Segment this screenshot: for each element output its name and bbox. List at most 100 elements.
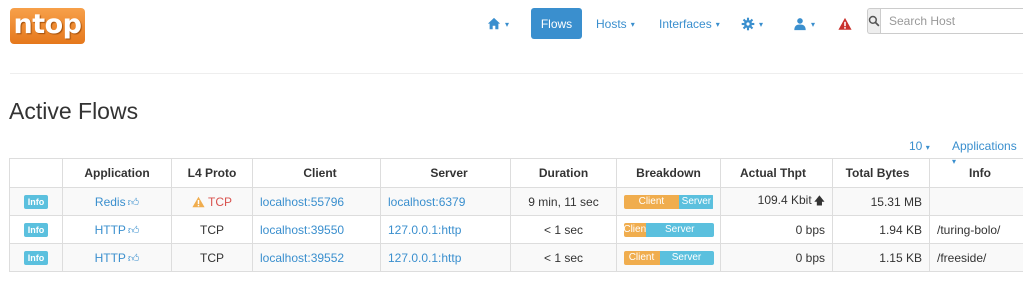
home-menu[interactable]: ▾ bbox=[487, 8, 509, 40]
duration-cell: 9 min, 11 sec bbox=[510, 187, 617, 216]
column-header bbox=[9, 158, 63, 188]
thumbs-up-icon[interactable]: 👍︎ bbox=[128, 225, 140, 237]
breakdown-cell: Clien Server bbox=[616, 215, 721, 244]
application-link[interactable]: HTTP bbox=[95, 251, 126, 265]
client-link[interactable]: localhost:39550 bbox=[260, 223, 344, 237]
application-cell: HTTP 👍︎ bbox=[62, 215, 172, 244]
info-cell: Info bbox=[9, 187, 63, 216]
client-link[interactable]: localhost:39552 bbox=[260, 251, 344, 265]
alerts-link[interactable] bbox=[838, 8, 852, 40]
thumbs-up-icon[interactable]: 👍︎ bbox=[128, 197, 140, 209]
chevron-down-icon: ▾ bbox=[630, 19, 635, 29]
column-header-server[interactable]: Server bbox=[380, 158, 511, 188]
breakdown-cell: Client Server bbox=[616, 187, 721, 216]
duration-cell: < 1 sec bbox=[510, 215, 617, 244]
breakdown-server-label: Server bbox=[665, 224, 695, 235]
server-link[interactable]: 127.0.0.1:http bbox=[388, 251, 461, 265]
column-header-actual-thpt[interactable]: Actual Thpt bbox=[720, 158, 833, 188]
breakdown-bar: Clien Server bbox=[623, 222, 714, 237]
nav-interfaces-label: Interfaces bbox=[659, 17, 712, 31]
search-group bbox=[867, 8, 1023, 34]
server-cell: 127.0.0.1:http bbox=[380, 243, 511, 272]
breakdown-client-segment: Clien bbox=[623, 222, 647, 237]
per-page-dropdown[interactable]: 10 ▾ bbox=[909, 139, 930, 153]
breakdown-client-label: Clien bbox=[623, 224, 647, 235]
breakdown-bar: Client Server bbox=[623, 194, 714, 209]
search-input[interactable] bbox=[880, 8, 1023, 34]
duration-cell: < 1 sec bbox=[510, 243, 617, 272]
application-cell: Redis 👍︎ bbox=[62, 187, 172, 216]
breakdown-bar: Client Server bbox=[623, 250, 714, 265]
client-link[interactable]: localhost:55796 bbox=[260, 195, 344, 209]
magnifier-icon bbox=[868, 15, 880, 27]
server-link[interactable]: 127.0.0.1:http bbox=[388, 223, 461, 237]
application-cell: HTTP 👍︎ bbox=[62, 243, 172, 272]
warning-icon bbox=[192, 196, 205, 207]
breakdown-server-segment: Server bbox=[659, 250, 714, 265]
column-header-total-bytes[interactable]: Total Bytes bbox=[832, 158, 930, 188]
settings-menu[interactable]: ▾ bbox=[741, 8, 763, 40]
column-header-info[interactable]: Info bbox=[929, 158, 1023, 188]
page-title: Active Flows bbox=[9, 98, 139, 124]
breakdown-server-segment: Server bbox=[679, 194, 714, 209]
total-bytes-cell: 1.94 KB bbox=[832, 215, 930, 244]
flows-table: Application L4 Proto Client Server Durat… bbox=[9, 158, 1023, 272]
column-header-breakdown[interactable]: Breakdown bbox=[616, 158, 721, 188]
info-text-cell: /freeside/ bbox=[929, 243, 1023, 272]
table-header-row: Application L4 Proto Client Server Durat… bbox=[9, 158, 1023, 188]
column-header-application[interactable]: Application bbox=[62, 158, 172, 188]
server-cell: localhost:6379 bbox=[380, 187, 511, 216]
table-row: Info Redis 👍︎ TCP localhost:55796 localhost:6… bbox=[9, 187, 1023, 216]
application-link[interactable]: Redis bbox=[95, 195, 126, 209]
info-button[interactable]: Info bbox=[23, 251, 49, 265]
nav-interfaces[interactable]: Interfaces ▾ bbox=[659, 8, 720, 40]
info-button[interactable]: Info bbox=[23, 223, 49, 237]
breakdown-client-segment: Client bbox=[623, 194, 680, 209]
chevron-down-icon: ▾ bbox=[811, 19, 816, 29]
nav-hosts-label: Hosts bbox=[596, 17, 627, 31]
info-text-cell bbox=[929, 187, 1023, 216]
thpt-value: 0 bps bbox=[795, 250, 825, 265]
l4-proto-cell: TCP bbox=[171, 215, 253, 244]
column-header-duration[interactable]: Duration bbox=[510, 158, 617, 188]
nav-hosts[interactable]: Hosts ▾ bbox=[596, 8, 635, 40]
server-cell: 127.0.0.1:http bbox=[380, 215, 511, 244]
ntop-logo[interactable]: ntop bbox=[10, 8, 85, 44]
breakdown-server-segment: Server bbox=[646, 222, 714, 237]
info-text-cell: /turing-bolo/ bbox=[929, 215, 1023, 244]
thpt-cell: 0 bps bbox=[720, 215, 833, 244]
user-menu[interactable]: ▾ bbox=[793, 8, 815, 40]
total-bytes-cell: 1.15 KB bbox=[832, 243, 930, 272]
info-cell: Info bbox=[9, 243, 63, 272]
application-link[interactable]: HTTP bbox=[95, 223, 126, 237]
thpt-cell: 109.4 Kbit 🡅 bbox=[720, 187, 833, 216]
chevron-down-icon: ▾ bbox=[759, 19, 764, 29]
column-header-client[interactable]: Client bbox=[252, 158, 381, 188]
info-button[interactable]: Info bbox=[23, 195, 49, 209]
nav-flows[interactable]: Flows bbox=[531, 8, 582, 39]
thumbs-up-icon[interactable]: 👍︎ bbox=[128, 253, 140, 265]
table-row: Info HTTP 👍︎ TCP localhost:39550 127.0.0.1:ht… bbox=[9, 215, 1023, 244]
server-link[interactable]: localhost:6379 bbox=[388, 195, 465, 209]
client-cell: localhost:39552 bbox=[252, 243, 381, 272]
breakdown-client-label: Client bbox=[638, 196, 665, 207]
chevron-down-icon: ▾ bbox=[505, 19, 510, 29]
per-page-value: 10 bbox=[909, 139, 923, 153]
breakdown-server-label: Server bbox=[671, 252, 702, 263]
thpt-cell: 0 bps bbox=[720, 243, 833, 272]
l4-proto-value: TCP bbox=[208, 194, 232, 209]
table-row: Info HTTP 👍︎ TCP localhost:39552 127.0.0.1:ht… bbox=[9, 243, 1023, 272]
breakdown-server-label: Server bbox=[681, 196, 712, 207]
client-cell: localhost:39550 bbox=[252, 215, 381, 244]
breakdown-client-label: Client bbox=[628, 252, 655, 263]
column-header-l4-proto[interactable]: L4 Proto bbox=[171, 158, 253, 188]
l4-proto-value: TCP bbox=[200, 222, 224, 237]
navbar: ntop ▾ Flows Hosts ▾ Interfaces ▾ ▾ ▾ Se… bbox=[0, 0, 1023, 48]
search-icon[interactable] bbox=[867, 8, 880, 34]
chevron-down-icon: ▾ bbox=[925, 143, 930, 152]
arrow-up-icon: 🡅 bbox=[813, 195, 825, 207]
divider bbox=[10, 73, 1023, 74]
client-cell: localhost:55796 bbox=[252, 187, 381, 216]
thpt-value: 109.4 Kbit bbox=[757, 193, 812, 207]
l4-proto-cell: TCP bbox=[171, 187, 253, 216]
